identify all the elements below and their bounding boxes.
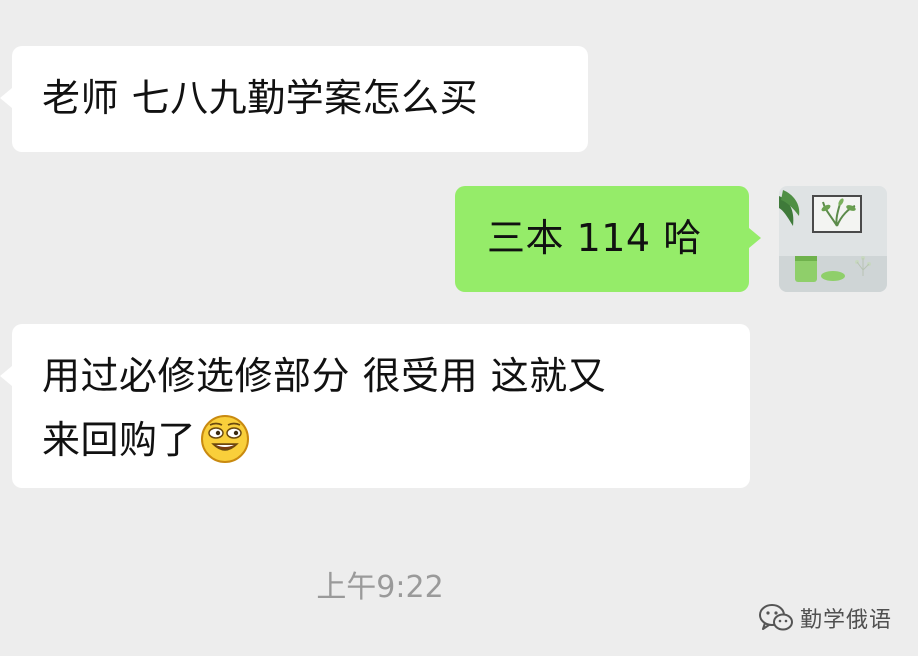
message-text: 三本 114 哈 bbox=[487, 216, 702, 260]
avatar-image bbox=[779, 186, 887, 292]
grinning-squint-emoji bbox=[201, 414, 250, 463]
message-text-line: 来回购了 bbox=[42, 408, 728, 472]
wechat-icon bbox=[759, 604, 793, 631]
bubble-tail bbox=[0, 366, 12, 386]
message-text: 来回购了 bbox=[42, 418, 197, 462]
incoming-message[interactable]: 老师 七八九勤学案怎么买 bbox=[12, 46, 588, 152]
incoming-message[interactable]: 用过必修选修部分 很受用 这就又 来回购了 bbox=[12, 324, 750, 488]
watermark-text: 勤学俄语 bbox=[800, 608, 893, 633]
watermark: 勤学俄语 bbox=[758, 600, 892, 636]
message-text: 老师 七八九勤学案怎么买 bbox=[42, 76, 479, 120]
chat-window: 老师 七八九勤学案怎么买 三本 114 哈 用过必修选修部分 很受用 这就又 来… bbox=[0, 0, 918, 656]
bubble-tail bbox=[749, 228, 761, 248]
timestamp: 上午9:22 bbox=[316, 570, 444, 605]
avatar[interactable] bbox=[779, 186, 887, 292]
bubble-tail bbox=[0, 88, 12, 108]
message-text-line: 用过必修选修部分 很受用 这就又 bbox=[42, 354, 607, 398]
outgoing-message[interactable]: 三本 114 哈 bbox=[455, 186, 749, 292]
